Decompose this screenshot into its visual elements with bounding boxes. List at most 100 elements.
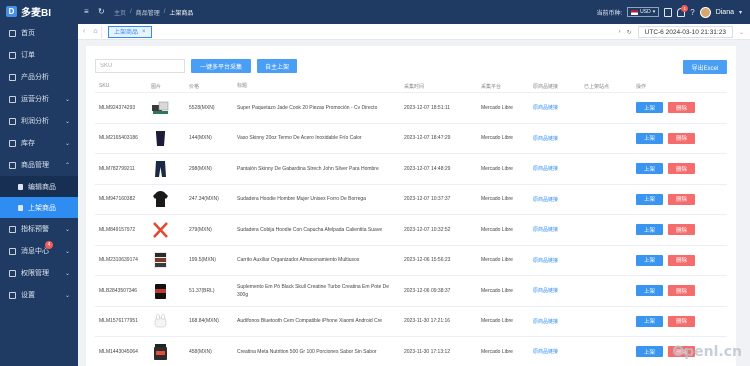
sidebar-item-5[interactable]: 库存 ⌄ [0, 132, 78, 154]
currency-select[interactable]: USD ▾ [627, 7, 660, 17]
cell-image[interactable] [147, 281, 185, 301]
sidebar-item-0[interactable]: 首页 [0, 22, 78, 44]
top-bar: ≡ ↻ 主页 / 商品管理 / 上架商品 当前币种: USD ▾ 1 ? Dia… [78, 0, 750, 24]
tab-scroll-right-icon[interactable]: › [619, 29, 621, 35]
breadcrumb-goods[interactable]: 商品管理 [136, 8, 160, 17]
export-excel-button[interactable]: 导出Excel [683, 60, 727, 74]
sidebar-subitem-1[interactable]: 上架商品 [0, 197, 78, 218]
breadcrumb-home[interactable]: 主页 [114, 8, 126, 17]
delete-button[interactable]: 删除 [668, 224, 695, 236]
tab-scroll-left-icon[interactable]: ‹ [78, 28, 90, 35]
cell-platform: Mercado Libre [481, 135, 513, 142]
product-thumbnail[interactable] [151, 159, 170, 179]
delete-button[interactable]: 删除 [668, 193, 695, 205]
original-link[interactable]: 原商品链接 [529, 348, 580, 355]
cell-collect-time: 2023-12-07 14:48:29 [404, 165, 451, 172]
cell-image[interactable] [147, 189, 185, 209]
multi-platform-collect-button[interactable]: 一键多平台采集 [191, 59, 251, 73]
chevron-icon: ⌃ [64, 162, 70, 169]
collapse-menu-icon[interactable]: ≡ [84, 8, 92, 16]
cell-platform: Mercado Libre [481, 165, 513, 172]
user-name[interactable]: Diana [716, 9, 734, 16]
publish-button[interactable]: 上架 [636, 254, 663, 266]
sidebar-item-after-0[interactable]: 指标预警 ⌄ [0, 218, 78, 240]
product-thumbnail[interactable] [151, 220, 170, 240]
original-link[interactable]: 原商品链接 [529, 196, 580, 203]
sidebar-item-2[interactable]: 产品分析 [0, 66, 78, 88]
publish-button[interactable]: 上架 [636, 163, 663, 175]
sidebar-item-after-3[interactable]: 设置 ⌄ [0, 284, 78, 306]
cell-image[interactable] [147, 250, 185, 270]
delete-button[interactable]: 删除 [668, 285, 695, 297]
delete-button[interactable]: 删除 [668, 163, 695, 175]
cell-sku: MLM947160382 [99, 196, 136, 203]
chevron-down-icon[interactable]: ▾ [739, 9, 742, 16]
original-link[interactable]: 原商品链接 [529, 165, 580, 172]
cell-image[interactable] [147, 220, 185, 240]
chevron-down-icon[interactable]: ⌄ [739, 29, 744, 36]
toolbar: 一键多平台采集 自主上架 [95, 59, 297, 73]
cell-platform: Mercado Libre [481, 348, 513, 355]
original-link[interactable]: 原商品链接 [529, 257, 580, 264]
original-link[interactable]: 原商品链接 [529, 318, 580, 325]
cell-sku: MLM849157972 [99, 226, 136, 233]
mobile-icon[interactable] [664, 7, 673, 17]
sidebar-item-3[interactable]: 运营分析 ⌄ [0, 88, 78, 110]
publish-button[interactable]: 上架 [636, 224, 663, 236]
publish-button[interactable]: 上架 [636, 193, 663, 205]
product-thumbnail[interactable] [151, 128, 170, 148]
refresh-icon[interactable]: ↻ [627, 29, 632, 36]
publish-button[interactable]: 上架 [636, 102, 663, 114]
original-link[interactable]: 原商品链接 [529, 135, 580, 142]
self-publish-button[interactable]: 自主上架 [257, 59, 297, 73]
bell-icon[interactable]: 1 [677, 4, 689, 17]
original-link[interactable]: 原商品链接 [529, 287, 580, 294]
avatar[interactable] [699, 6, 711, 18]
operation-icon [9, 95, 16, 103]
delete-button[interactable]: 删除 [668, 254, 695, 266]
publish-button[interactable]: 上架 [636, 132, 663, 144]
delete-button[interactable]: 删除 [668, 102, 695, 114]
close-icon[interactable]: × [142, 29, 146, 35]
product-thumbnail[interactable] [151, 98, 170, 118]
cell-platform: Mercado Libre [481, 104, 513, 111]
sku-search-input[interactable] [95, 59, 185, 73]
sidebar-item-6[interactable]: 商品管理 ⌃ [0, 154, 78, 176]
original-link[interactable]: 原商品链接 [529, 226, 580, 233]
cell-actions: 上架 删除 [632, 163, 727, 175]
cell-image[interactable] [147, 159, 185, 179]
publish-button[interactable]: 上架 [636, 346, 663, 358]
cell-title: Carrito Auxiliar Organizador Almacenamie… [237, 257, 360, 264]
delete-button[interactable]: 删除 [668, 132, 695, 144]
sidebar-subitem-0[interactable]: 编辑商品 [0, 176, 78, 197]
cell-collect-time: 2023-12-07 18:51:11 [404, 104, 451, 111]
cell-image[interactable] [147, 311, 185, 331]
cell-image[interactable] [147, 342, 185, 362]
original-link[interactable]: 原商品链接 [529, 104, 580, 111]
product-thumbnail[interactable] [151, 189, 170, 209]
product-thumbnail[interactable] [151, 281, 170, 301]
publish-button[interactable]: 上架 [636, 315, 663, 327]
tab-listing-goods[interactable]: 上架商品 × [108, 25, 152, 38]
cell-image[interactable] [147, 98, 185, 118]
product-thumbnail[interactable] [151, 342, 170, 362]
sidebar-item-1[interactable]: 订单 [0, 44, 78, 66]
refresh-icon[interactable]: ↻ [98, 8, 106, 16]
cell-actions: 上架 删除 [632, 224, 727, 236]
cell-image[interactable] [147, 128, 185, 148]
product-thumbnail[interactable] [151, 311, 170, 331]
product-thumbnail[interactable] [151, 250, 170, 270]
delete-button[interactable]: 删除 [668, 315, 695, 327]
question-icon[interactable]: ? [690, 8, 694, 17]
sidebar-item-4[interactable]: 利润分析 ⌄ [0, 110, 78, 132]
sidebar-item-after-1[interactable]: 消息中心 ⌄ 4 [0, 240, 78, 262]
cell-sku: MLM2310639174 [99, 257, 138, 264]
sidebar-item-after-2[interactable]: 权限管理 ⌄ [0, 262, 78, 284]
sidebar-item-label: 编辑商品 [28, 183, 56, 191]
us-flag-icon [631, 9, 639, 15]
cell-price: 5528(MXN) [189, 104, 215, 111]
app-logo[interactable]: D 多麦BI [0, 0, 78, 22]
table-row: MLM849157972 279(MXN) Sudadera Cobija Hood… [95, 215, 727, 246]
publish-button[interactable]: 上架 [636, 285, 663, 297]
home-tab-icon[interactable]: ⌂ [90, 25, 102, 38]
